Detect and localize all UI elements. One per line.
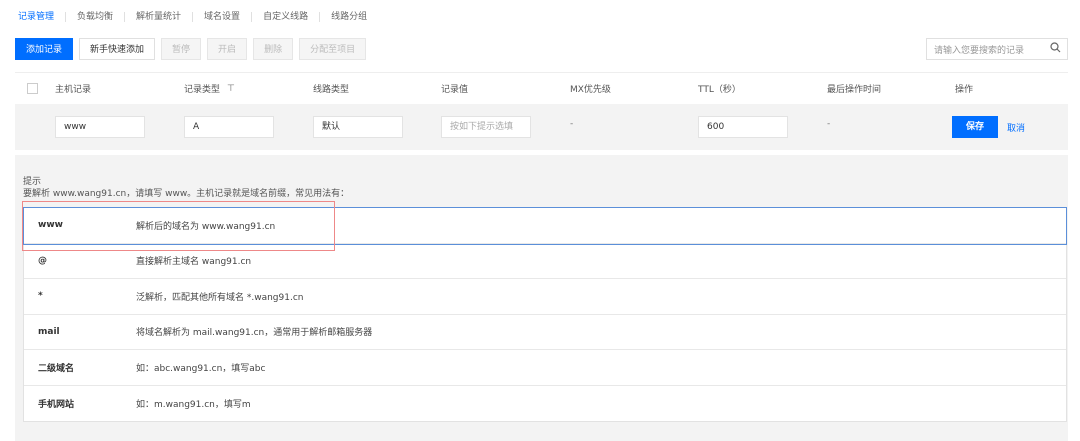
ttl-input[interactable]: 600 bbox=[698, 116, 788, 138]
tab-domain-settings[interactable]: 域名设置 bbox=[192, 12, 251, 22]
add-record-button[interactable]: 添加记录 bbox=[15, 38, 74, 60]
search-icon[interactable] bbox=[1050, 42, 1061, 56]
hint-value: 泛解析，匹配其他所有域名 *.wang91.cn bbox=[136, 292, 304, 303]
hint-key: @ bbox=[38, 255, 47, 266]
cancel-link[interactable]: 取消 bbox=[1007, 121, 1025, 134]
last-op-value: - bbox=[827, 119, 831, 129]
hint-key: mail bbox=[38, 326, 60, 337]
hint-key: 二级域名 bbox=[38, 363, 75, 374]
save-button[interactable]: 保存 bbox=[952, 116, 998, 138]
line-select[interactable]: 默认 bbox=[313, 116, 403, 138]
col-actions: 操作 bbox=[955, 85, 974, 95]
hint-item[interactable]: 二级域名 如：abc.wang91.cn，填写abc bbox=[24, 350, 1066, 386]
hint-item[interactable]: @ 直接解析主域名 wang91.cn bbox=[24, 244, 1066, 279]
assign-project-button[interactable]: 分配至项目 bbox=[299, 38, 367, 60]
select-all-checkbox[interactable] bbox=[27, 83, 38, 94]
tab-line-groups[interactable]: 线路分组 bbox=[319, 12, 378, 22]
enable-button[interactable]: 开启 bbox=[207, 38, 248, 60]
mx-value: - bbox=[570, 119, 574, 129]
col-mx: MX优先级 bbox=[570, 85, 611, 95]
hint-value: 解析后的域名为 www.wang91.cn bbox=[136, 221, 276, 232]
hint-item[interactable]: www 解析后的域名为 www.wang91.cn bbox=[23, 207, 1067, 245]
edit-row: www A 默认 按如下提示选填 - 600 - 保存 取消 bbox=[15, 104, 1068, 150]
col-value: 记录值 bbox=[441, 85, 469, 95]
pause-button[interactable]: 暂停 bbox=[161, 38, 202, 60]
col-ttl: TTL（秒） bbox=[698, 85, 741, 95]
hint-value: 如：abc.wang91.cn，填写abc bbox=[136, 363, 266, 374]
search-placeholder: 请输入您要搜索的记录 bbox=[934, 45, 1025, 56]
toolbar: 添加记录 新手快速添加 暂停 开启 删除 分配至项目 bbox=[15, 38, 367, 60]
hint-value: 将域名解析为 mail.wang91.cn，通常用于解析邮箱服务器 bbox=[136, 328, 373, 339]
hint-item[interactable]: 手机网站 如：m.wang91.cn，填写m bbox=[24, 386, 1066, 422]
tab-custom-lines[interactable]: 自定义线路 bbox=[251, 12, 319, 22]
search-input[interactable]: 请输入您要搜索的记录 bbox=[926, 38, 1068, 60]
hint-value: 如：m.wang91.cn，填写m bbox=[136, 399, 251, 410]
hint-item[interactable]: mail 将域名解析为 mail.wang91.cn，通常用于解析邮箱服务器 bbox=[24, 315, 1066, 350]
col-last-op: 最后操作时间 bbox=[827, 85, 882, 95]
tab-load-balance[interactable]: 负载均衡 bbox=[65, 12, 124, 22]
tab-bar: 记录管理 负载均衡 解析量统计 域名设置 自定义线路 线路分组 bbox=[18, 10, 378, 24]
hint-description: 要解析 www.wang91.cn，请填写 www。主机记录就是域名前缀，常见用… bbox=[23, 189, 350, 199]
hint-item[interactable]: * 泛解析，匹配其他所有域名 *.wang91.cn bbox=[24, 279, 1066, 315]
col-host: 主机记录 bbox=[55, 85, 92, 95]
hint-key: www bbox=[38, 220, 63, 231]
host-input[interactable]: www bbox=[55, 116, 145, 138]
filter-icon[interactable]: ⊤ bbox=[227, 84, 235, 94]
col-type: 记录类型 bbox=[184, 85, 221, 95]
hint-key: * bbox=[38, 291, 43, 302]
tab-records[interactable]: 记录管理 bbox=[18, 12, 65, 22]
col-line: 线路类型 bbox=[313, 85, 350, 95]
quick-add-button[interactable]: 新手快速添加 bbox=[79, 38, 156, 60]
hint-value: 直接解析主域名 wang91.cn bbox=[136, 257, 252, 268]
type-select[interactable]: A bbox=[184, 116, 274, 138]
value-input[interactable]: 按如下提示选填 bbox=[441, 116, 531, 138]
delete-button[interactable]: 删除 bbox=[253, 38, 294, 60]
hint-key: 手机网站 bbox=[38, 399, 75, 410]
table-header: 主机记录 记录类型 ⊤ 线路类型 记录值 MX优先级 TTL（秒） 最后操作时间… bbox=[15, 72, 1068, 104]
tab-stats[interactable]: 解析量统计 bbox=[124, 12, 192, 22]
hint-list: www 解析后的域名为 www.wang91.cn @ 直接解析主域名 wang91… bbox=[23, 207, 1067, 422]
